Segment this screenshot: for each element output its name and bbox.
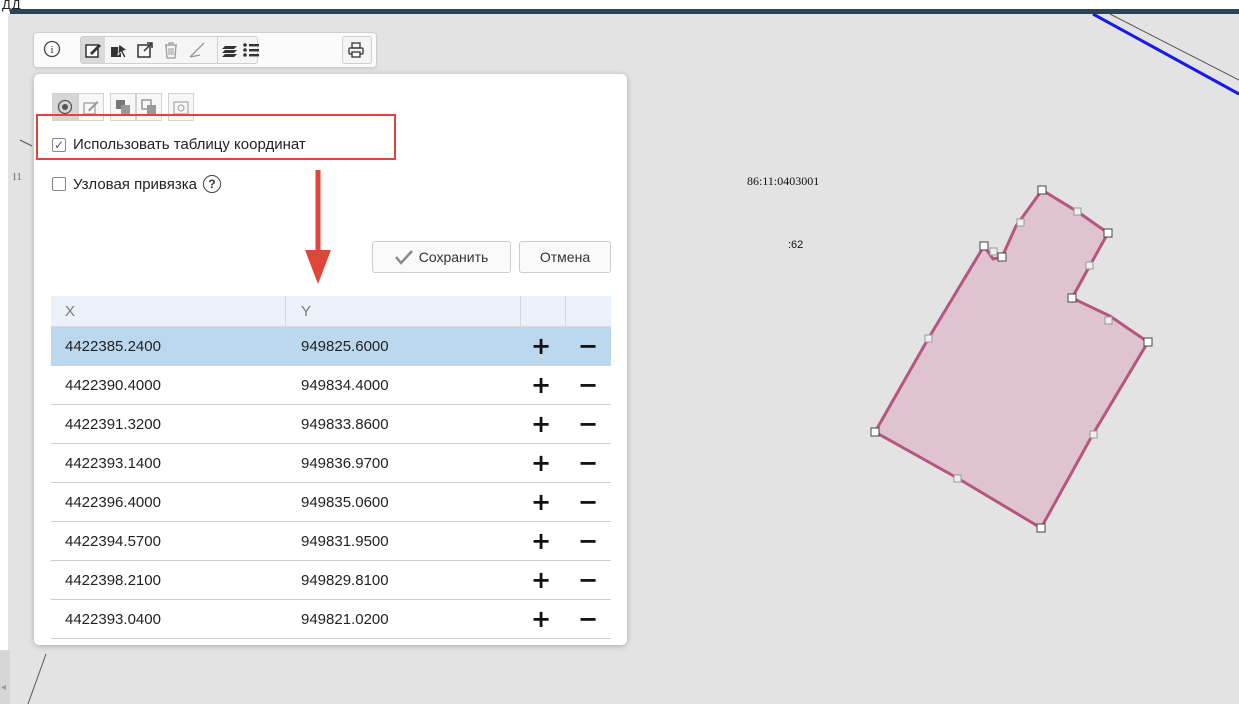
edit-panel: ✓ Использовать таблицу координат Узловая… — [34, 74, 627, 645]
edit-tools-group — [80, 36, 259, 64]
left-scrollbar[interactable]: ◂ — [0, 650, 10, 704]
cell-x[interactable]: 4422398.2100 — [65, 561, 161, 599]
cell-x[interactable]: 4422393.1400 — [65, 444, 161, 482]
svg-text:i: i — [50, 44, 53, 56]
cell-y[interactable]: 949829.8100 — [301, 561, 389, 599]
add-row-button[interactable]: + — [521, 405, 561, 443]
table-row[interactable]: 4422393.0400 949821.0200 + − — [51, 600, 611, 639]
map-line-left — [19, 139, 33, 147]
cell-y[interactable]: 949834.4000 — [301, 366, 389, 404]
external-link-icon[interactable] — [133, 37, 157, 63]
remove-row-button[interactable]: − — [568, 522, 608, 560]
cell-x[interactable]: 4422390.4000 — [65, 366, 161, 404]
cell-x[interactable]: 4422396.4000 — [65, 483, 161, 521]
parcel-polygon[interactable] — [872, 187, 1151, 531]
parcel-label: :62 — [788, 239, 804, 251]
red-arrow-annotation — [305, 170, 331, 284]
add-row-button[interactable]: + — [521, 444, 561, 482]
table-row[interactable]: 4422390.4000 949834.4000 + − — [51, 366, 611, 405]
table-header: X Y — [51, 296, 611, 327]
header-y: Y — [301, 302, 312, 320]
info-icon[interactable]: i — [40, 36, 64, 62]
remove-row-button[interactable]: − — [568, 405, 608, 443]
trash-icon[interactable] — [159, 37, 183, 63]
remove-row-button[interactable]: − — [568, 483, 608, 521]
remove-row-button[interactable]: − — [568, 366, 608, 404]
use-coordinate-table-checkbox[interactable]: ✓ — [52, 137, 66, 152]
node-snap-option[interactable]: Узловая привязка ? — [52, 175, 221, 193]
header-x: X — [65, 302, 76, 320]
scroll-left-icon[interactable]: ◂ — [1, 682, 6, 693]
cell-x[interactable]: 4422393.0400 — [65, 600, 161, 638]
cell-y[interactable]: 949835.0600 — [301, 483, 389, 521]
list-icon[interactable] — [239, 37, 263, 63]
save-button[interactable]: Сохранить — [372, 241, 511, 273]
coordinate-table: X Y 4422385.2400 949825.6000 + −4422390.400… — [51, 296, 611, 639]
table-row[interactable]: 4422391.3200 949833.8600 + − — [51, 405, 611, 444]
node-snap-label: Узловая привязка — [73, 175, 197, 193]
map-line-bottom — [27, 653, 47, 704]
cadastral-number-label: 86:11:0403001 — [747, 174, 820, 188]
cell-y[interactable]: 949825.6000 — [301, 327, 389, 365]
use-coordinate-table-option[interactable]: ✓ Использовать таблицу координат — [52, 136, 306, 153]
checkmark-icon — [394, 250, 413, 265]
add-row-button[interactable]: + — [521, 600, 561, 638]
cancel-button-label: Отмена — [539, 249, 591, 265]
remove-row-button[interactable]: − — [568, 600, 608, 638]
add-row-button[interactable]: + — [521, 522, 561, 560]
table-row[interactable]: 4422396.4000 949835.0600 + − — [51, 483, 611, 522]
add-row-button[interactable]: + — [521, 327, 561, 365]
remove-row-button[interactable]: − — [568, 444, 608, 482]
measure-icon[interactable] — [185, 37, 209, 63]
cell-x[interactable]: 4422394.5700 — [65, 522, 161, 560]
help-icon[interactable]: ? — [202, 175, 221, 193]
cell-x[interactable]: 4422391.3200 — [65, 405, 161, 443]
add-row-button[interactable]: + — [521, 366, 561, 404]
print-icon[interactable] — [344, 37, 368, 63]
top-bar: ДД — [0, 0, 1239, 14]
table-row[interactable]: 4422393.1400 949836.9700 + − — [51, 444, 611, 483]
table-row[interactable]: 4422394.5700 949831.9500 + − — [51, 522, 611, 561]
cancel-button[interactable]: Отмена — [519, 241, 611, 273]
add-row-button[interactable]: + — [521, 483, 561, 521]
add-row-button[interactable]: + — [521, 561, 561, 599]
cell-y[interactable]: 949831.9500 — [301, 522, 389, 560]
table-body: 4422385.2400 949825.6000 + −4422390.4000 949… — [51, 327, 611, 639]
edge-label: 11 — [12, 172, 22, 183]
save-button-label: Сохранить — [418, 249, 489, 265]
select-object-icon[interactable] — [107, 37, 131, 63]
map-line — [1109, 14, 1239, 81]
remove-row-button[interactable]: − — [568, 327, 608, 365]
table-row[interactable]: 4422385.2400 949825.6000 + − — [51, 327, 611, 366]
cell-y[interactable]: 949833.8600 — [301, 405, 389, 443]
cell-y[interactable]: 949821.0200 — [301, 600, 389, 638]
print-group — [342, 36, 372, 64]
node-snap-checkbox[interactable] — [52, 177, 66, 191]
use-coordinate-table-label: Использовать таблицу координат — [73, 136, 306, 153]
map-toolbar: i — [33, 32, 377, 68]
table-row[interactable]: 4422398.2100 949829.8100 + − — [51, 561, 611, 600]
remove-row-button[interactable]: − — [568, 561, 608, 599]
cell-y[interactable]: 949836.9700 — [301, 444, 389, 482]
edit-icon[interactable] — [81, 37, 105, 63]
cell-x[interactable]: 4422385.2400 — [65, 327, 161, 365]
boundary-line — [1092, 14, 1239, 96]
